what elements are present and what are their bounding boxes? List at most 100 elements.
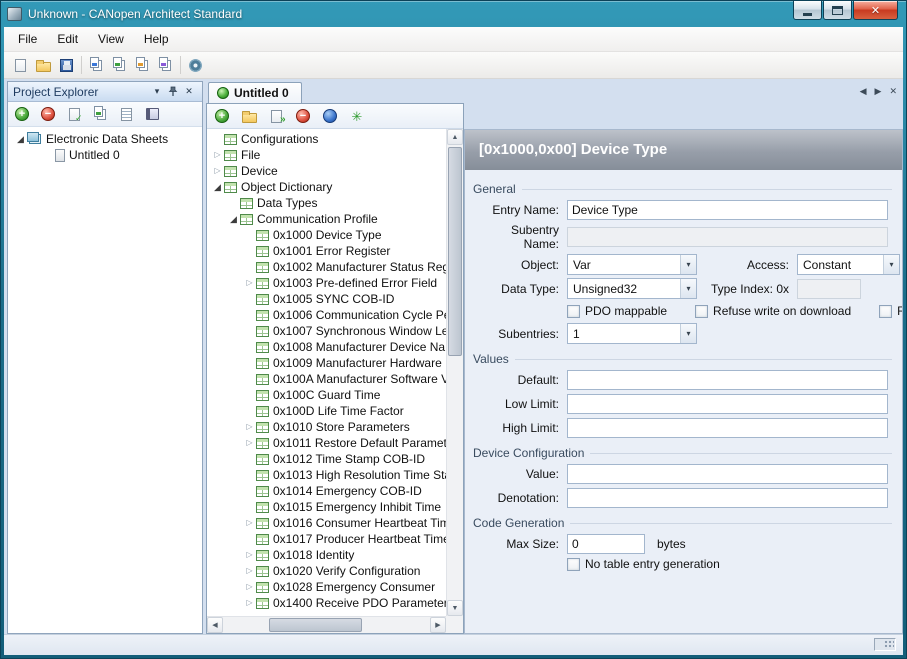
wizard-button[interactable]: ✳ (348, 107, 366, 125)
menu-item-edit[interactable]: Edit (47, 28, 88, 50)
duplicate-eds-button[interactable] (154, 54, 177, 77)
expand-arrow[interactable]: ▷ (243, 579, 256, 595)
tree-item[interactable]: 0x1007 Synchronous Window Le (207, 323, 446, 339)
close-button[interactable]: ✕ (853, 1, 898, 20)
tree-item[interactable]: ▷ 0x1018 Identity (207, 547, 446, 563)
tab-untitled-0[interactable]: Untitled 0 (208, 82, 302, 103)
tree-item[interactable]: 0x1014 Emergency COB-ID (207, 483, 446, 499)
expand-arrow[interactable]: ▷ (243, 515, 256, 531)
tree-item[interactable]: 0x1013 High Resolution Time Sta (207, 467, 446, 483)
scroll-right-button[interactable]: ▶ (430, 617, 446, 633)
checkbox-icon[interactable] (567, 558, 580, 571)
tab-close-button[interactable]: ✕ (889, 86, 897, 97)
tree-item[interactable]: ▷ 0x1020 Verify Configuration (207, 563, 446, 579)
horizontal-scroll-track[interactable] (223, 617, 430, 633)
refuse-clipped-checkbox[interactable]: Re (879, 304, 902, 318)
minimize-button[interactable] (793, 1, 822, 20)
expand-arrow[interactable]: ▷ (211, 147, 224, 163)
tree-item[interactable]: ▷ 0x1010 Store Parameters (207, 419, 446, 435)
scroll-down-button[interactable]: ▼ (447, 600, 463, 616)
import-eds-button[interactable] (85, 54, 108, 77)
tree-item[interactable]: ▷ 0x1400 Receive PDO Parameter (207, 595, 446, 611)
info-button[interactable] (321, 107, 339, 125)
report-button[interactable] (117, 105, 135, 123)
tree-item[interactable]: 0x1008 Manufacturer Device Na (207, 339, 446, 355)
tree-item[interactable]: ▷ 0x1016 Consumer Heartbeat Tim (207, 515, 446, 531)
expand-arrow[interactable]: ▷ (243, 419, 256, 435)
refuse-write-checkbox[interactable]: Refuse write on download (695, 304, 851, 318)
vertical-scroll-thumb[interactable] (448, 147, 462, 356)
tree-item[interactable]: 0x1000 Device Type (207, 227, 446, 243)
pdo-mappable-checkbox[interactable]: PDO mappable (567, 304, 667, 318)
remove-eds-button[interactable]: − (39, 105, 57, 123)
new-file-button[interactable] (9, 54, 32, 77)
tree-item[interactable]: ◢ Object Dictionary (207, 179, 446, 195)
add-entry-button[interactable]: + (213, 107, 231, 125)
tree-item[interactable]: ▷ File (207, 147, 446, 163)
horizontal-scroll-thumb[interactable] (269, 618, 362, 632)
tab-scroll-right-button[interactable]: ▶ (875, 86, 882, 97)
tree-item[interactable]: ▷ 0x1028 Emergency Consumer (207, 579, 446, 595)
expand-arrow[interactable]: ◢ (211, 179, 224, 195)
tree-item[interactable]: Configurations (207, 131, 446, 147)
tree-item[interactable]: 0x1001 Error Register (207, 243, 446, 259)
low-limit-input[interactable] (567, 394, 888, 414)
checkbox-icon[interactable] (695, 305, 708, 318)
expand-arrow[interactable]: ◢ (227, 211, 240, 227)
vertical-scroll-track[interactable] (447, 145, 463, 600)
tree-item-electronic-data-sheets[interactable]: ◢ Electronic Data Sheets (8, 131, 202, 147)
check-all-eds-button[interactable] (91, 105, 109, 123)
tab-scroll-left-button[interactable]: ◀ (860, 86, 867, 97)
open-file-button[interactable] (32, 54, 55, 77)
expand-arrow[interactable]: ▷ (211, 163, 224, 179)
scroll-up-button[interactable]: ▲ (447, 129, 463, 145)
maximize-button[interactable] (823, 1, 852, 20)
tree-item[interactable]: 0x1006 Communication Cycle Pe (207, 307, 446, 323)
denotation-input[interactable] (567, 488, 888, 508)
menu-item-file[interactable]: File (8, 28, 47, 50)
tree-item-untitled-0[interactable]: Untitled 0 (8, 147, 202, 163)
max-size-input[interactable] (567, 534, 645, 554)
expand-arrow[interactable]: ▷ (243, 435, 256, 451)
vertical-scrollbar[interactable]: ▲ ▼ (446, 129, 463, 616)
tree-item[interactable]: 0x100D Life Time Factor (207, 403, 446, 419)
tree-item[interactable]: Data Types (207, 195, 446, 211)
tree-item[interactable]: ◢ Communication Profile (207, 211, 446, 227)
tree-item[interactable]: ▷ Device (207, 163, 446, 179)
tree-item[interactable]: 0x1012 Time Stamp COB-ID (207, 451, 446, 467)
high-limit-input[interactable] (567, 418, 888, 438)
horizontal-scrollbar[interactable]: ◀ ▶ (207, 616, 446, 633)
value-input[interactable] (567, 464, 888, 484)
entry-name-input[interactable] (567, 200, 888, 220)
access-select[interactable]: Constant ▾ (797, 254, 900, 275)
expand-arrow[interactable]: ▷ (243, 595, 256, 611)
save-button[interactable] (55, 54, 78, 77)
menu-item-view[interactable]: View (88, 28, 134, 50)
tree-item[interactable]: 0x100C Guard Time (207, 387, 446, 403)
expand-arrow[interactable]: ▷ (243, 563, 256, 579)
remove-entry-button[interactable]: − (294, 107, 312, 125)
default-input[interactable] (567, 370, 888, 390)
panel-close-button[interactable]: ✕ (181, 84, 197, 99)
data-type-select[interactable]: Unsigned32 ▾ (567, 278, 697, 299)
resize-grip[interactable] (874, 638, 896, 651)
open-entry-button[interactable] (240, 107, 258, 125)
tree-item[interactable]: ▷ 0x1011 Restore Default Paramet (207, 435, 446, 451)
tree-item[interactable]: 0x1015 Emergency Inhibit Time (207, 499, 446, 515)
export-eds-button[interactable] (131, 54, 154, 77)
tree-item[interactable]: 0x1002 Manufacturer Status Reg (207, 259, 446, 275)
tree-item[interactable]: 0x1017 Producer Heartbeat Time (207, 531, 446, 547)
add-eds-button[interactable]: + (13, 105, 31, 123)
expand-arrow[interactable]: ▷ (243, 547, 256, 563)
tree-item[interactable]: 0x1005 SYNC COB-ID (207, 291, 446, 307)
subentries-select[interactable]: 1 ▾ (567, 323, 697, 344)
panel-menu-button[interactable]: ▾ (149, 84, 165, 99)
checkbox-icon[interactable] (567, 305, 580, 318)
expand-arrow[interactable]: ◢ (14, 131, 27, 147)
tree-item[interactable]: 0x100A Manufacturer Software V (207, 371, 446, 387)
tree-item[interactable]: ▷ 0x1003 Pre-defined Error Field (207, 275, 446, 291)
menu-item-help[interactable]: Help (134, 28, 179, 50)
expand-arrow[interactable]: ▷ (243, 275, 256, 291)
object-select[interactable]: Var ▾ (567, 254, 697, 275)
copy-eds-button[interactable] (108, 54, 131, 77)
